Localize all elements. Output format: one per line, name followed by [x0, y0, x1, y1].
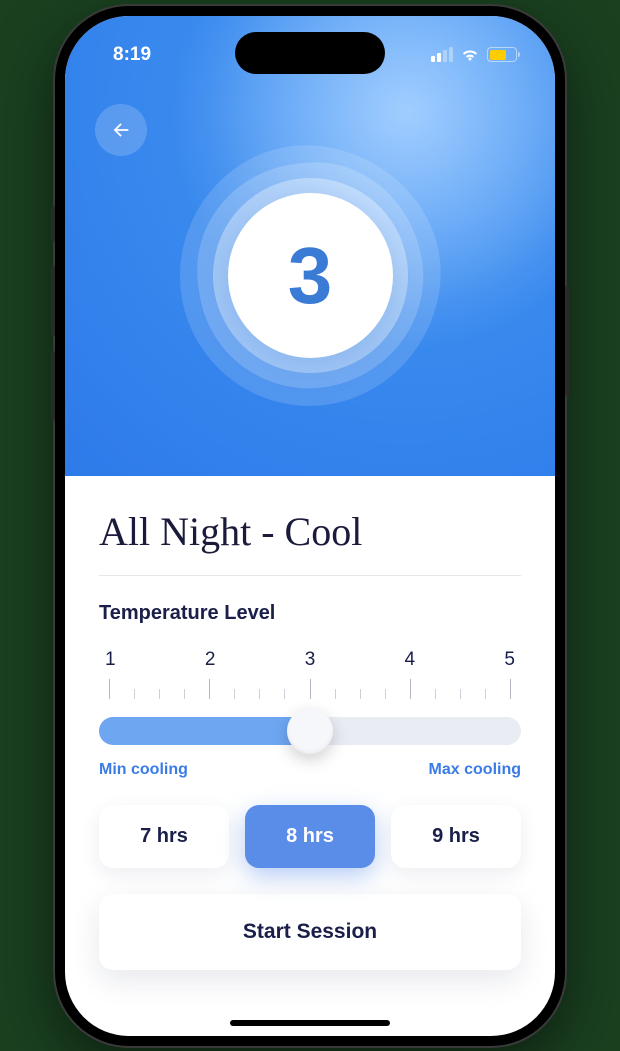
start-session-button[interactable]: Start Session — [99, 894, 521, 970]
tick-label: 5 — [504, 649, 515, 671]
slider-tick-labels: 1 2 3 4 5 — [99, 649, 521, 671]
cellular-signal-icon — [431, 47, 453, 62]
screen: 8:19 3 All Night - — [65, 16, 555, 1036]
slider-fill — [99, 717, 310, 745]
temperature-slider[interactable] — [99, 717, 521, 745]
main-content: All Night - Cool Temperature Level 1 2 3… — [65, 476, 555, 1036]
slider-tick-marks — [99, 679, 521, 699]
duration-label: 7 hrs — [140, 825, 188, 847]
start-session-label: Start Session — [243, 920, 377, 943]
back-button[interactable] — [95, 104, 147, 156]
phone-frame: 8:19 3 All Night - — [55, 6, 565, 1046]
side-button — [565, 286, 569, 396]
status-right — [431, 47, 517, 62]
duration-option[interactable]: 8 hrs — [245, 805, 375, 868]
arrow-left-icon — [110, 119, 132, 141]
home-indicator[interactable] — [230, 1020, 390, 1026]
duration-label: 8 hrs — [286, 825, 334, 847]
slider-max-label: Max cooling — [429, 761, 521, 779]
side-button — [51, 266, 55, 336]
duration-options: 7 hrs 8 hrs 9 hrs — [99, 805, 521, 868]
slider-range-labels: Min cooling Max cooling — [99, 761, 521, 779]
page-title: All Night - Cool — [99, 508, 521, 555]
wifi-icon — [460, 47, 480, 62]
hero-panel: 3 — [65, 16, 555, 476]
tick-label: 4 — [405, 649, 416, 671]
duration-label: 9 hrs — [432, 825, 480, 847]
tick-label: 2 — [205, 649, 216, 671]
slider-min-label: Min cooling — [99, 761, 188, 779]
battery-icon — [487, 47, 517, 62]
level-dial[interactable]: 3 — [180, 146, 440, 406]
slider-thumb[interactable] — [287, 708, 333, 754]
duration-option[interactable]: 7 hrs — [99, 805, 229, 868]
level-value: 3 — [228, 193, 393, 358]
tick-label: 1 — [105, 649, 116, 671]
dynamic-island — [235, 32, 385, 74]
divider — [99, 575, 521, 576]
side-button — [51, 351, 55, 421]
section-label: Temperature Level — [99, 602, 521, 625]
status-time: 8:19 — [113, 44, 151, 66]
duration-option[interactable]: 9 hrs — [391, 805, 521, 868]
side-button — [51, 206, 55, 242]
tick-label: 3 — [305, 649, 316, 671]
